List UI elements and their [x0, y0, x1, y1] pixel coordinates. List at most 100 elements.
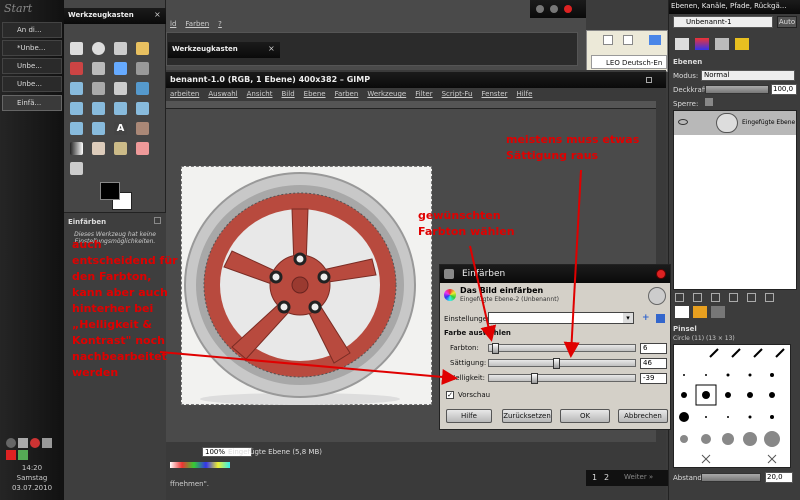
- bg-menu-item[interactable]: ?: [218, 20, 222, 28]
- measure-tool-icon[interactable]: [92, 82, 105, 95]
- gradients-tab-icon[interactable]: [711, 306, 725, 318]
- anchor-layer-icon[interactable]: [747, 293, 756, 302]
- saturation-slider-handle[interactable]: [553, 358, 561, 369]
- taskbar-item[interactable]: Unbe...: [2, 58, 62, 74]
- lightness-slider-handle[interactable]: [531, 373, 538, 384]
- minimize-icon[interactable]: [646, 77, 652, 83]
- paths-tab-icon[interactable]: [715, 38, 729, 50]
- reset-button[interactable]: Zurücksetzen: [502, 409, 552, 423]
- saturation-value[interactable]: 46: [640, 358, 667, 369]
- tray-icon[interactable]: [30, 438, 40, 448]
- opacity-value[interactable]: 100,0: [771, 84, 797, 95]
- menu-item[interactable]: Filter: [415, 90, 432, 98]
- tool-options-close-icon[interactable]: [154, 217, 161, 224]
- undo-tab-icon[interactable]: [735, 38, 749, 50]
- color-picker-tool-icon[interactable]: [136, 62, 149, 75]
- add-preset-icon[interactable]: +: [642, 313, 652, 323]
- ellipse-select-tool-icon[interactable]: [92, 42, 105, 55]
- tray-icon[interactable]: [6, 450, 16, 460]
- maximize-icon[interactable]: [623, 35, 633, 45]
- hue-slider[interactable]: [488, 343, 636, 354]
- menu-item[interactable]: Bild: [282, 90, 295, 98]
- bucket-fill-tool-icon[interactable]: [136, 122, 149, 135]
- ok-button[interactable]: OK: [560, 409, 610, 423]
- menu-item[interactable]: arbeiten: [170, 90, 199, 98]
- google-icon[interactable]: [649, 35, 661, 45]
- select-by-color-tool-icon[interactable]: [70, 62, 83, 75]
- mode-select[interactable]: Normal: [701, 70, 795, 81]
- channels-tab-icon[interactable]: [695, 38, 709, 50]
- preview-checkbox[interactable]: ✓: [446, 391, 454, 399]
- close-icon[interactable]: ×: [154, 11, 162, 19]
- text-tool-icon[interactable]: A: [114, 122, 127, 135]
- fg-color-swatch[interactable]: [100, 182, 120, 200]
- lightness-slider[interactable]: [488, 373, 636, 384]
- menu-item[interactable]: Auswahl: [208, 90, 237, 98]
- settings-combo[interactable]: ▾: [488, 312, 634, 324]
- duplicate-layer-icon[interactable]: [729, 293, 738, 302]
- auto-button[interactable]: Auto: [777, 16, 797, 28]
- next-page-link[interactable]: Weiter »: [624, 473, 653, 481]
- close-icon[interactable]: ×: [268, 45, 275, 53]
- flip-tool-icon[interactable]: [92, 122, 105, 135]
- close-icon[interactable]: [656, 269, 666, 279]
- align-tool-icon[interactable]: [136, 82, 149, 95]
- paintbrush-tool-icon[interactable]: [114, 142, 127, 155]
- taskbar-item[interactable]: Einfä...: [2, 95, 62, 111]
- move-tool-icon[interactable]: [114, 82, 127, 95]
- scissors-tool-icon[interactable]: [92, 62, 105, 75]
- patterns-tab-icon[interactable]: [693, 306, 707, 318]
- minimize-icon[interactable]: [603, 35, 613, 45]
- scale-tool-icon[interactable]: [114, 102, 127, 115]
- taskbar-item[interactable]: *Unbe...: [2, 40, 62, 56]
- magic-wand-tool-icon[interactable]: [136, 42, 149, 55]
- perspective-tool-icon[interactable]: [70, 122, 83, 135]
- menu-item[interactable]: Werkzeuge: [367, 90, 406, 98]
- menu-item[interactable]: Ebene: [304, 90, 326, 98]
- eye-icon[interactable]: [678, 119, 688, 125]
- hue-slider-handle[interactable]: [491, 343, 499, 354]
- preset-menu-icon[interactable]: [656, 314, 665, 323]
- clock[interactable]: 14:20 Samstag 03.07.2010: [0, 463, 64, 493]
- bg-menu-item[interactable]: Farben: [185, 20, 209, 28]
- zoom-tool-icon[interactable]: [70, 82, 83, 95]
- help-button[interactable]: Hilfe: [446, 409, 492, 423]
- saturation-slider[interactable]: [488, 358, 636, 369]
- browser-tab[interactable]: LEO Deutsch-En: [591, 55, 667, 69]
- raise-layer-icon[interactable]: [693, 293, 702, 302]
- fg-bg-colors[interactable]: [98, 182, 138, 212]
- menu-item[interactable]: Script-Fu: [442, 90, 473, 98]
- lasso-tool-icon[interactable]: [114, 42, 127, 55]
- brushes-tab-icon[interactable]: [675, 306, 689, 318]
- page-link[interactable]: 1: [592, 473, 597, 482]
- page-link[interactable]: 2: [604, 473, 609, 482]
- chevron-down-icon[interactable]: ▾: [623, 313, 633, 323]
- eraser-tool-icon[interactable]: [136, 142, 149, 155]
- brush-grid[interactable]: [673, 344, 791, 468]
- new-layer-icon[interactable]: [675, 293, 684, 302]
- menu-item[interactable]: Fenster: [482, 90, 508, 98]
- shear-tool-icon[interactable]: [136, 102, 149, 115]
- spacing-value[interactable]: 20,0: [765, 472, 793, 483]
- taskbar-item[interactable]: An di...: [2, 22, 62, 38]
- maximize-icon[interactable]: [550, 5, 558, 13]
- rect-select-tool-icon[interactable]: [70, 42, 83, 55]
- cancel-button[interactable]: Abbrechen: [618, 409, 668, 423]
- hue-value[interactable]: 6: [640, 343, 667, 354]
- tray-icon[interactable]: [42, 438, 52, 448]
- airbrush-tool-icon[interactable]: [70, 162, 83, 175]
- spacing-slider[interactable]: [701, 473, 761, 482]
- lock-icon[interactable]: [705, 98, 713, 106]
- paths-tool-icon[interactable]: [114, 62, 127, 75]
- tray-icon[interactable]: [6, 438, 16, 448]
- taskbar-item[interactable]: Unbe...: [2, 76, 62, 92]
- menu-item[interactable]: Farben: [335, 90, 359, 98]
- crop-tool-icon[interactable]: [70, 102, 83, 115]
- rotate-tool-icon[interactable]: [92, 102, 105, 115]
- pencil-tool-icon[interactable]: [92, 142, 105, 155]
- bg-menu-item[interactable]: ld: [170, 20, 176, 28]
- close-icon[interactable]: [564, 5, 572, 13]
- blend-tool-icon[interactable]: [70, 142, 83, 155]
- tray-icon[interactable]: [18, 450, 28, 460]
- menu-item[interactable]: Hilfe: [516, 90, 532, 98]
